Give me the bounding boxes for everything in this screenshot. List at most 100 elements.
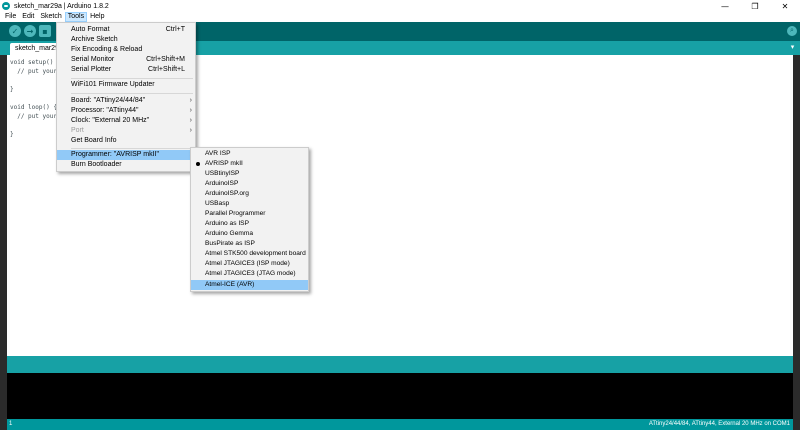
- code-line: }: [10, 131, 14, 138]
- minimize-button[interactable]: —: [710, 0, 740, 12]
- menu-item-label: WiFi101 Firmware Updater: [71, 81, 155, 88]
- menu-item-get-board-info[interactable]: Get Board Info: [57, 136, 195, 146]
- code-line: // put your: [10, 113, 57, 120]
- verify-button[interactable]: ✓: [9, 25, 21, 37]
- menu-item-label: Archive Sketch: [71, 36, 118, 43]
- programmer-option[interactable]: AVR ISP: [191, 149, 308, 159]
- upload-button[interactable]: →: [24, 25, 36, 37]
- shortcut-label: Ctrl+Shift+M: [146, 56, 185, 63]
- programmer-label: Atmel JTAGICE3 (ISP mode): [205, 260, 290, 267]
- menu-item-label: Get Board Info: [71, 137, 117, 144]
- menu-item-programmer[interactable]: Programmer: "AVRISP mkII" ›: [57, 150, 195, 160]
- radio-selected-icon: [196, 162, 200, 166]
- shortcut-label: Ctrl+T: [165, 26, 185, 33]
- menu-item-label: Auto Format: [71, 26, 110, 33]
- programmer-option[interactable]: USBasp: [191, 199, 308, 209]
- menu-item-label: Processor: "ATtiny44": [71, 107, 139, 114]
- menu-item-label: Board: "ATtiny24/44/84": [71, 97, 146, 104]
- programmer-option[interactable]: Atmel JTAGICE3 (JTAG mode): [191, 269, 308, 279]
- programmer-option-hovered[interactable]: Atmel-ICE (AVR): [191, 280, 308, 290]
- menu-item-archive-sketch[interactable]: Archive Sketch: [57, 35, 195, 45]
- menu-item-board[interactable]: Board: "ATtiny24/44/84" ›: [57, 96, 195, 106]
- left-gutter: [0, 55, 7, 356]
- status-bar: [7, 356, 793, 373]
- submenu-arrow-icon: ›: [189, 97, 192, 104]
- new-sketch-button[interactable]: ▪: [39, 25, 51, 37]
- menu-item-serial-plotter[interactable]: Serial Plotter Ctrl+Shift+L: [57, 65, 195, 75]
- programmer-label: AVRISP mkII: [205, 160, 243, 167]
- programmer-label: USBtinyISP: [205, 170, 240, 177]
- programmer-option-selected[interactable]: AVRISP mkII: [191, 159, 308, 169]
- programmer-option[interactable]: Atmel STK500 development board: [191, 249, 308, 259]
- programmer-label: Arduino Gemma: [205, 230, 254, 237]
- programmer-option[interactable]: Atmel JTAGICE3 (ISP mode): [191, 259, 308, 269]
- console-output[interactable]: [7, 373, 793, 419]
- line-number: 1: [9, 421, 13, 427]
- menu-edit[interactable]: Edit: [19, 12, 37, 22]
- menu-item-wifi101-updater[interactable]: WiFi101 Firmware Updater: [57, 80, 195, 90]
- menu-separator: [71, 78, 193, 79]
- title-bar: sketch_mar29a | Arduino 1.8.2 — ❐ ✕: [0, 0, 800, 12]
- programmer-label: BusPirate as ISP: [205, 240, 255, 247]
- menu-item-processor[interactable]: Processor: "ATtiny44" ›: [57, 106, 195, 116]
- menu-bar: File Edit Sketch Tools Help: [0, 12, 800, 22]
- programmer-submenu: AVR ISP AVRISP mkII USBtinyISP ArduinoIS…: [190, 147, 309, 292]
- submenu-arrow-icon: ›: [189, 127, 192, 134]
- programmer-label: ArduinoISP.org: [205, 190, 249, 197]
- programmer-option[interactable]: Arduino Gemma: [191, 229, 308, 239]
- menu-item-serial-monitor[interactable]: Serial Monitor Ctrl+Shift+M: [57, 55, 195, 65]
- code-line: void setup() {: [10, 59, 61, 66]
- menu-file[interactable]: File: [2, 12, 19, 22]
- programmer-label: Arduino as ISP: [205, 220, 249, 227]
- close-button[interactable]: ✕: [770, 0, 800, 12]
- menu-item-port: Port ›: [57, 126, 195, 136]
- right-gutter: [793, 55, 800, 356]
- programmer-label: USBasp: [205, 200, 230, 207]
- programmer-option[interactable]: Arduino as ISP: [191, 219, 308, 229]
- tools-menu: Auto Format Ctrl+T Archive Sketch Fix En…: [56, 22, 196, 172]
- submenu-arrow-icon: ›: [189, 107, 192, 114]
- menu-separator: [71, 148, 193, 149]
- bottom-status-bar: 1 ATtiny24/44/84, ATtiny44, External 20 …: [7, 419, 793, 430]
- serial-monitor-button[interactable]: ⌕: [787, 26, 797, 36]
- code-line: }: [10, 86, 14, 93]
- maximize-button[interactable]: ❐: [740, 0, 770, 12]
- menu-help[interactable]: Help: [87, 12, 107, 22]
- code-line: // put your: [10, 68, 57, 75]
- left-gutter-bottom: [0, 356, 7, 430]
- tab-sketch[interactable]: sketch_mar29a: [10, 43, 58, 55]
- programmer-option[interactable]: USBtinyISP: [191, 169, 308, 179]
- programmer-label: Atmel JTAGICE3 (JTAG mode): [205, 270, 296, 277]
- programmer-label: Atmel STK500 development board: [205, 250, 306, 257]
- code-line: void loop() {: [10, 104, 57, 111]
- tab-menu-button[interactable]: ▾: [788, 43, 797, 53]
- menu-item-label: Fix Encoding & Reload: [71, 46, 143, 53]
- menu-item-auto-format[interactable]: Auto Format Ctrl+T: [57, 25, 195, 35]
- menu-item-label: Clock: "External 20 MHz": [71, 117, 150, 124]
- right-gutter-bottom: [793, 356, 800, 430]
- menu-item-fix-encoding[interactable]: Fix Encoding & Reload: [57, 45, 195, 55]
- menu-item-label: Port: [71, 127, 84, 134]
- submenu-arrow-icon: ›: [189, 117, 192, 124]
- menu-separator: [71, 93, 193, 94]
- menu-item-burn-bootloader[interactable]: Burn Bootloader: [57, 160, 195, 170]
- menu-tools[interactable]: Tools: [64, 12, 88, 22]
- programmer-label: AVR ISP: [205, 150, 231, 157]
- programmer-label: ArduinoISP: [205, 180, 239, 187]
- menu-item-label: Serial Monitor: [71, 56, 115, 63]
- arduino-logo-icon: [2, 2, 10, 10]
- programmer-label: Atmel-ICE (AVR): [205, 281, 255, 288]
- programmer-option[interactable]: BusPirate as ISP: [191, 239, 308, 249]
- programmer-label: Parallel Programmer: [205, 210, 266, 217]
- window-title: sketch_mar29a | Arduino 1.8.2: [14, 2, 109, 10]
- menu-item-label: Serial Plotter: [71, 66, 112, 73]
- menu-item-clock[interactable]: Clock: "External 20 MHz" ›: [57, 116, 195, 126]
- programmer-option[interactable]: Parallel Programmer: [191, 209, 308, 219]
- programmer-option[interactable]: ArduinoISP: [191, 179, 308, 189]
- menu-item-label: Burn Bootloader: [71, 161, 122, 168]
- shortcut-label: Ctrl+Shift+L: [148, 66, 185, 73]
- board-info: ATtiny24/44/84, ATtiny44, External 20 MH…: [648, 421, 790, 427]
- menu-sketch[interactable]: Sketch: [37, 12, 64, 22]
- window-controls: — ❐ ✕: [710, 0, 800, 12]
- programmer-option[interactable]: ArduinoISP.org: [191, 189, 308, 199]
